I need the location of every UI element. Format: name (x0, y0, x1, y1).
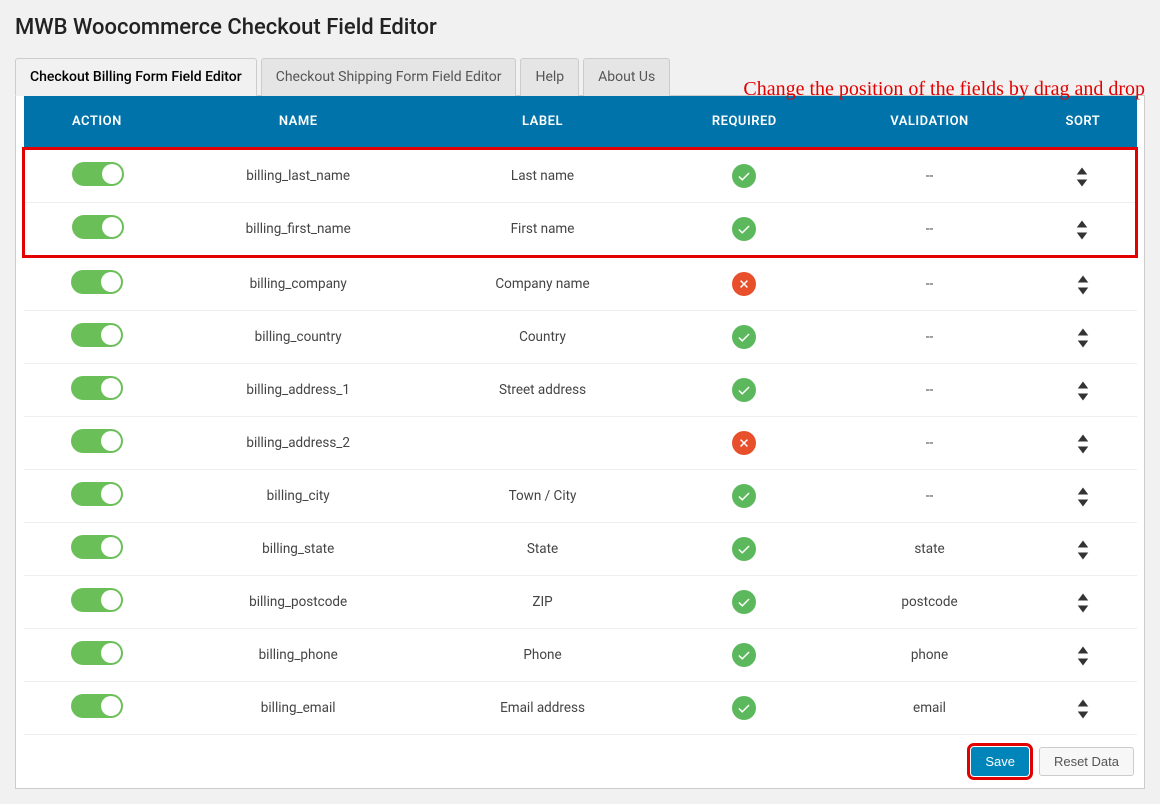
check-icon (732, 484, 756, 508)
tab-billing[interactable]: Checkout Billing Form Field Editor (15, 58, 257, 96)
field-label: Town / City (426, 470, 659, 523)
field-name: billing_postcode (170, 576, 426, 629)
save-button[interactable]: Save (971, 747, 1029, 776)
field-label (426, 417, 659, 470)
cross-icon (732, 431, 756, 455)
field-name: billing_city (170, 470, 426, 523)
tab-help[interactable]: Help (520, 58, 579, 96)
sort-handle-icon[interactable] (1075, 219, 1089, 241)
sort-handle-icon[interactable] (1076, 380, 1090, 402)
col-label: Label (426, 96, 659, 149)
tab-about[interactable]: About Us (583, 58, 670, 96)
table-header-row: Action Name Label Required Validation So… (24, 96, 1137, 149)
field-validation: phone (830, 629, 1030, 682)
fields-table: Action Name Label Required Validation So… (22, 96, 1138, 735)
sort-handle-icon[interactable] (1076, 645, 1090, 667)
field-name: billing_country (170, 311, 426, 364)
table-row[interactable]: billing_address_1Street address -- (24, 364, 1137, 417)
toggle-switch[interactable] (71, 588, 123, 612)
toggle-switch[interactable] (72, 215, 124, 239)
table-row[interactable]: billing_address_2 -- (24, 417, 1137, 470)
field-name: billing_phone (170, 629, 426, 682)
field-label: First name (426, 203, 659, 257)
table-row[interactable]: billing_countryCountry -- (24, 311, 1137, 364)
field-name: billing_last_name (170, 149, 426, 203)
field-name: billing_email (170, 682, 426, 735)
field-validation: email (830, 682, 1030, 735)
table-row[interactable]: billing_first_nameFirst name -- (24, 203, 1137, 257)
col-name: Name (170, 96, 426, 149)
page-title: MWB Woocommerce Checkout Field Editor (15, 15, 1145, 40)
sort-handle-icon[interactable] (1076, 698, 1090, 720)
col-required: Required (659, 96, 830, 149)
field-name: billing_first_name (170, 203, 426, 257)
toggle-switch[interactable] (71, 641, 123, 665)
field-name: billing_company (170, 257, 426, 311)
field-validation: postcode (830, 576, 1030, 629)
check-icon (732, 696, 756, 720)
table-row[interactable]: billing_emailEmail address email (24, 682, 1137, 735)
sort-handle-icon[interactable] (1076, 592, 1090, 614)
toggle-switch[interactable] (71, 535, 123, 559)
toggle-switch[interactable] (71, 323, 123, 347)
field-validation: -- (830, 417, 1030, 470)
field-label: State (426, 523, 659, 576)
field-validation: state (830, 523, 1030, 576)
check-icon (732, 537, 756, 561)
cross-icon (732, 272, 756, 296)
field-validation: -- (830, 364, 1030, 417)
sort-handle-icon[interactable] (1076, 274, 1090, 296)
field-label: Country (426, 311, 659, 364)
reset-button[interactable]: Reset Data (1039, 747, 1134, 776)
table-row[interactable]: billing_companyCompany name -- (24, 257, 1137, 311)
table-row[interactable]: billing_postcodeZIP postcode (24, 576, 1137, 629)
field-label: ZIP (426, 576, 659, 629)
check-icon (732, 378, 756, 402)
toggle-switch[interactable] (71, 694, 123, 718)
table-row[interactable]: billing_cityTown / City -- (24, 470, 1137, 523)
col-action: Action (24, 96, 171, 149)
sort-handle-icon[interactable] (1076, 486, 1090, 508)
toggle-switch[interactable] (72, 162, 124, 186)
table-row[interactable]: billing_last_nameLast name -- (24, 149, 1137, 203)
field-name: billing_state (170, 523, 426, 576)
sort-handle-icon[interactable] (1076, 327, 1090, 349)
field-label: Street address (426, 364, 659, 417)
field-validation: -- (830, 257, 1030, 311)
tab-shipping[interactable]: Checkout Shipping Form Field Editor (261, 58, 517, 96)
field-label: Phone (426, 629, 659, 682)
sort-handle-icon[interactable] (1076, 539, 1090, 561)
field-validation: -- (830, 149, 1030, 203)
check-icon (732, 325, 756, 349)
field-validation: -- (830, 203, 1030, 257)
field-name: billing_address_2 (170, 417, 426, 470)
annotation-text: Change the position of the fields by dra… (743, 78, 1145, 101)
toggle-switch[interactable] (71, 376, 123, 400)
sort-handle-icon[interactable] (1076, 433, 1090, 455)
field-label: Last name (426, 149, 659, 203)
table-row[interactable]: billing_stateState state (24, 523, 1137, 576)
check-icon (732, 217, 756, 241)
field-validation: -- (830, 470, 1030, 523)
table-row[interactable]: billing_phonePhone phone (24, 629, 1137, 682)
field-validation: -- (830, 311, 1030, 364)
check-icon (732, 590, 756, 614)
toggle-switch[interactable] (71, 429, 123, 453)
col-validation: Validation (830, 96, 1030, 149)
col-sort: Sort (1029, 96, 1136, 149)
check-icon (732, 164, 756, 188)
field-name: billing_address_1 (170, 364, 426, 417)
field-label: Email address (426, 682, 659, 735)
field-label: Company name (426, 257, 659, 311)
toggle-switch[interactable] (71, 270, 123, 294)
sort-handle-icon[interactable] (1075, 166, 1089, 188)
toggle-switch[interactable] (71, 482, 123, 506)
check-icon (732, 643, 756, 667)
field-table-container: Action Name Label Required Validation So… (15, 95, 1145, 789)
